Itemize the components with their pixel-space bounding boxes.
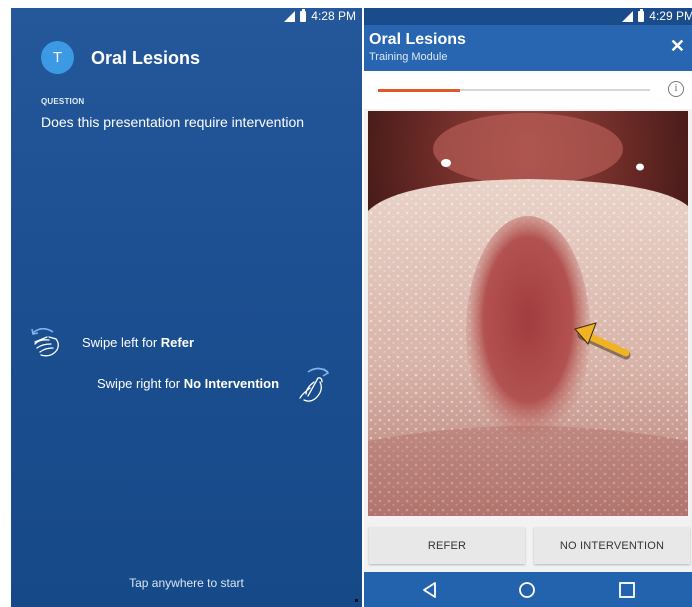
- tongue-lesion-photo: [368, 111, 688, 516]
- home-icon[interactable]: [516, 579, 538, 601]
- status-time: 4:28 PM: [311, 9, 356, 23]
- info-icon[interactable]: i: [668, 81, 684, 97]
- signal-icon: [284, 10, 296, 22]
- recent-apps-icon[interactable]: [616, 579, 638, 601]
- swipe-right-hand-icon: [299, 367, 330, 402]
- swipe-left-hand-icon: [31, 327, 59, 357]
- status-bar: 4:29 PM: [364, 8, 692, 25]
- battery-icon: [300, 8, 307, 22]
- training-screen: 4:29 PM Oral Lesions Training Module ✕ i: [364, 8, 692, 607]
- separator-dot: [355, 599, 358, 602]
- question-text: Does this presentation require intervent…: [41, 114, 305, 130]
- android-nav-bar: [364, 572, 692, 607]
- progress-section: i: [364, 71, 692, 109]
- swipe-right-action: No Intervention: [183, 376, 280, 391]
- question-label: QUESTION: [41, 97, 85, 106]
- battery-icon: [638, 8, 645, 22]
- progress-track: [378, 88, 650, 92]
- tap-to-start-text: Tap anywhere to start: [129, 576, 244, 590]
- signal-icon: [622, 10, 634, 22]
- status-bar: 4:28 PM: [284, 8, 356, 23]
- refer-button[interactable]: REFER: [369, 527, 525, 564]
- intro-screen[interactable]: 4:28 PM T Oral Lesions QUESTION Does thi…: [11, 8, 362, 607]
- status-icons: 4:29 PM: [622, 8, 692, 23]
- module-title: Oral Lesions: [369, 31, 466, 48]
- app-header: Oral Lesions Training Module ✕: [364, 25, 692, 71]
- avatar: T: [41, 41, 74, 74]
- swipe-left-hint: Swipe left for Refer: [82, 335, 194, 350]
- back-icon[interactable]: [419, 579, 441, 601]
- progress-fill: [378, 88, 460, 92]
- swipe-right-prefix: Swipe right for: [97, 376, 184, 391]
- page-title: Oral Lesions: [91, 48, 201, 68]
- swipe-left-action: Refer: [160, 335, 195, 350]
- module-subtitle: Training Module: [369, 51, 448, 63]
- status-time: 4:29 PM: [649, 9, 692, 23]
- swipe-right-hint: Swipe right for No Intervention: [97, 376, 279, 391]
- swipe-left-prefix: Swipe left for: [82, 335, 161, 350]
- close-icon[interactable]: ✕: [670, 36, 685, 57]
- no-intervention-button[interactable]: NO INTERVENTION: [534, 527, 690, 564]
